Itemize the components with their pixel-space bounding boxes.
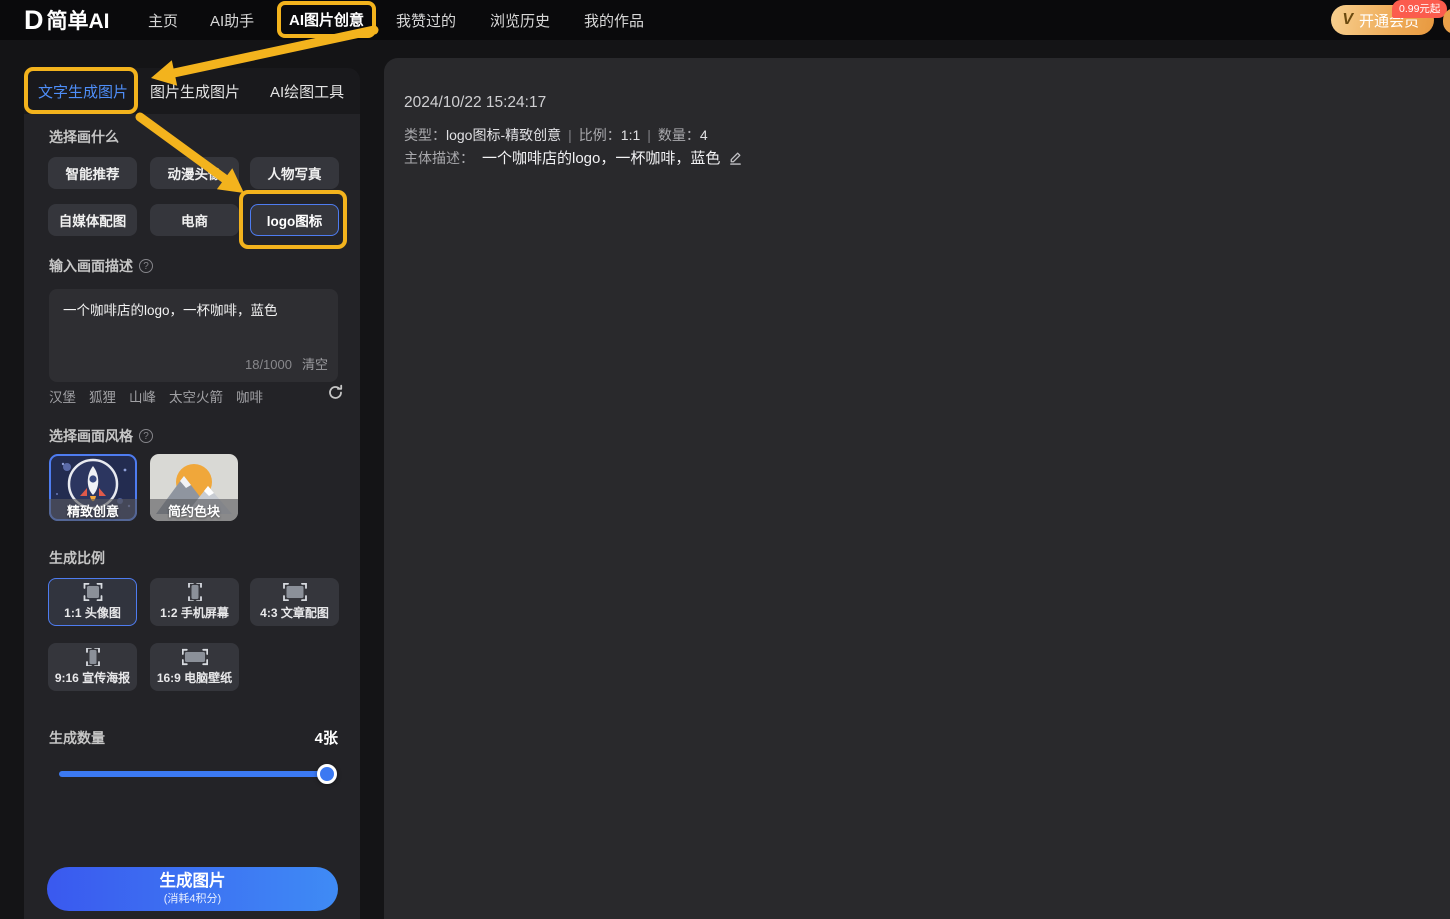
section-title-what: 选择画什么 bbox=[49, 129, 119, 145]
aspect-16-9-icon bbox=[181, 648, 208, 666]
style-card-label: 简约色块 bbox=[150, 499, 238, 521]
generation-count-slider[interactable] bbox=[59, 764, 337, 784]
aspect-1-2-icon bbox=[187, 583, 202, 601]
ratio-card-1-2[interactable]: 1:2 手机屏幕 bbox=[150, 578, 239, 626]
category-smart-recommend[interactable]: 智能推荐 bbox=[48, 157, 137, 189]
vip-crown-icon: V bbox=[1342, 11, 1353, 28]
result-timestamp: 2024/10/22 15:24:17 bbox=[404, 94, 547, 111]
style-card-simple-blocks[interactable]: 简约色块 bbox=[150, 454, 238, 521]
result-description: 主体描述： 一个咖啡店的logo，一杯咖啡，蓝色 bbox=[404, 147, 743, 168]
suggestion-tags: 汉堡 狐狸 山峰 太空火箭 咖啡 bbox=[49, 386, 319, 406]
sidebar-panel: 选择画什么 智能推荐 动漫头像 人物写真 自媒体配图 电商 logo图标 输入画… bbox=[24, 114, 360, 919]
logo-mark: D bbox=[24, 4, 43, 35]
char-counter: 18/1000 清空 bbox=[244, 356, 328, 372]
count-value: 4张 bbox=[314, 730, 338, 747]
section-title-style: 选择画面风格 ? bbox=[49, 426, 153, 446]
refresh-icon[interactable] bbox=[327, 384, 344, 401]
ratio-card-16-9[interactable]: 16:9 电脑壁纸 bbox=[150, 643, 239, 691]
tab-text-to-image[interactable]: 文字生成图片 bbox=[38, 68, 128, 114]
result-meta: 类型：logo图标-精致创意 | 比例：1:1 | 数量：4 bbox=[404, 127, 708, 143]
style-card-fine-creative[interactable]: 精致创意 bbox=[49, 454, 137, 521]
prompt-text: 一个咖啡店的logo，一杯咖啡，蓝色 bbox=[63, 303, 278, 318]
category-portrait[interactable]: 人物写真 bbox=[250, 157, 339, 189]
suggestion-tag[interactable]: 汉堡 bbox=[49, 386, 76, 406]
nav-item-ai-assistant[interactable]: AI助手 bbox=[210, 0, 254, 40]
section-title-prompt: 输入画面描述 ? bbox=[49, 256, 153, 276]
aspect-1-1-icon bbox=[83, 583, 102, 601]
ratio-card-9-16[interactable]: 9:16 宣传海报 bbox=[48, 643, 137, 691]
edit-icon[interactable] bbox=[728, 150, 743, 165]
help-icon[interactable]: ? bbox=[139, 259, 153, 273]
suggestion-tag[interactable]: 狐狸 bbox=[89, 386, 116, 406]
slider-track[interactable] bbox=[59, 771, 330, 777]
app-root: D 简单AI 主页 AI助手 AI图片创意 我赞过的 浏览历史 我的作品 V 开… bbox=[0, 0, 1450, 919]
ratio-card-1-1[interactable]: 1:1 头像图 bbox=[48, 578, 137, 626]
count-label: 生成数量 bbox=[49, 729, 105, 746]
suggestion-tag[interactable]: 咖啡 bbox=[236, 386, 263, 406]
aspect-9-16-icon bbox=[85, 648, 100, 666]
count-row: 生成数量 4张 bbox=[49, 727, 338, 748]
category-media-image[interactable]: 自媒体配图 bbox=[48, 204, 137, 236]
generate-button[interactable]: 生成图片 (消耗4积分) bbox=[47, 867, 338, 911]
logo-text: 简单AI bbox=[46, 10, 110, 33]
nav-item-history[interactable]: 浏览历史 bbox=[490, 0, 550, 40]
help-icon[interactable]: ? bbox=[139, 429, 153, 443]
nav-item-liked[interactable]: 我赞过的 bbox=[396, 0, 456, 40]
ratio-card-4-3[interactable]: 4:3 文章配图 bbox=[250, 578, 339, 626]
style-card-label: 精致创意 bbox=[49, 499, 137, 521]
annotation-box-nav: AI图片创意 bbox=[277, 1, 376, 38]
clear-button[interactable]: 清空 bbox=[302, 357, 328, 372]
top-nav-bar: D 简单AI 主页 AI助手 AI图片创意 我赞过的 浏览历史 我的作品 V 开… bbox=[0, 0, 1450, 40]
category-logo-icon[interactable]: logo图标 bbox=[250, 204, 339, 236]
nav-item-home[interactable]: 主页 bbox=[148, 0, 178, 40]
aspect-4-3-icon bbox=[282, 583, 307, 601]
slider-thumb[interactable] bbox=[317, 764, 337, 784]
category-ecommerce[interactable]: 电商 bbox=[150, 204, 239, 236]
tab-ai-drawing-tools[interactable]: AI绘图工具 bbox=[270, 68, 344, 114]
section-title-ratio: 生成比例 bbox=[49, 550, 105, 566]
tab-image-to-image[interactable]: 图片生成图片 bbox=[150, 68, 240, 114]
results-panel: 2024/10/22 15:24:17 类型：logo图标-精致创意 | 比例：1:… bbox=[384, 58, 1450, 919]
nav-item-my-works[interactable]: 我的作品 bbox=[584, 0, 644, 40]
category-anime-avatar[interactable]: 动漫头像 bbox=[150, 157, 239, 189]
nav-item-ai-image-creation[interactable]: AI图片创意 bbox=[289, 9, 364, 30]
vip-price-badge: 0.99元起 bbox=[1392, 0, 1448, 18]
suggestion-tag[interactable]: 太空火箭 bbox=[169, 386, 223, 406]
brand-logo[interactable]: D 简单AI bbox=[24, 0, 110, 40]
suggestion-tag[interactable]: 山峰 bbox=[129, 386, 156, 406]
prompt-textarea[interactable]: 一个咖啡店的logo，一杯咖啡，蓝色 18/1000 清空 bbox=[49, 289, 338, 382]
sidebar-tab-strip: 文字生成图片 图片生成图片 AI绘图工具 bbox=[24, 68, 360, 114]
